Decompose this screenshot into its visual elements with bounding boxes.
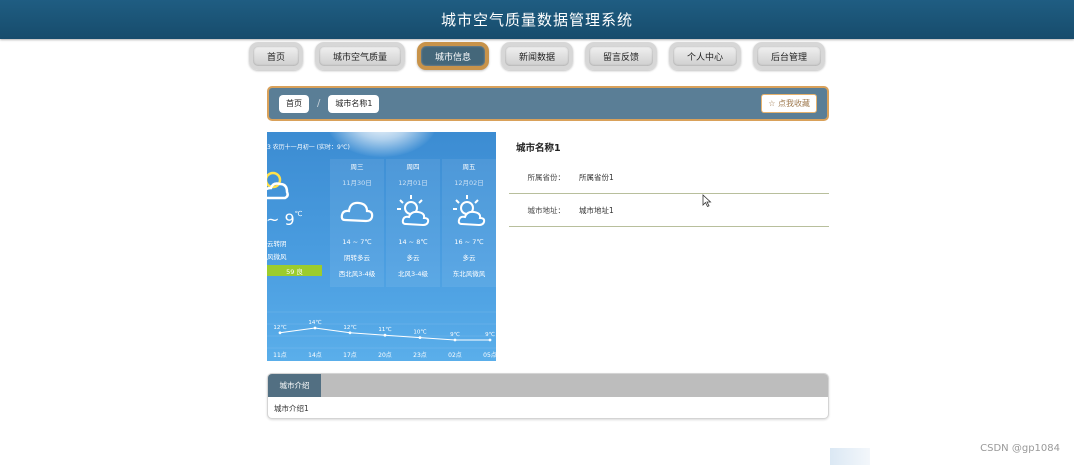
today-condition: 云转阴: [267, 240, 287, 248]
forecast-day: 周三 11月30日 14 ~ 7℃ 阴转多云 西北风3-4级: [330, 159, 384, 287]
corner-decoration: [830, 448, 870, 465]
breadcrumb-current: 城市名称1: [328, 94, 380, 113]
info-value: 所属省份1: [579, 172, 614, 182]
chart-time-label: 14点: [308, 351, 322, 359]
sun-cloud-icon: [397, 195, 430, 227]
info-label: 城市地址：: [527, 205, 566, 215]
chart-point-label: 11℃: [378, 326, 391, 333]
chart-point-label: 9℃: [450, 331, 460, 338]
info-row-address: 城市地址： 城市地址1: [509, 194, 829, 227]
chart-point: [453, 338, 457, 342]
chart-point-label: 14℃: [308, 319, 321, 326]
today-temperature: ~ 9℃: [267, 210, 303, 229]
chart-point: [278, 331, 282, 335]
nav-news[interactable]: 新闻数据: [500, 42, 573, 70]
nav-feedback[interactable]: 留言反馈: [585, 42, 658, 70]
nav-home[interactable]: 首页: [248, 42, 303, 70]
hourly-temperature-chart: 12℃ 11点 14℃ 14点 12℃ 17点 11℃ 20点 10℃ 23点 9℃ 02点 9℃ 05点: [267, 311, 496, 359]
forecast-day: 周五 12月02日 16 ~ 7℃ 多云 东北风微风: [442, 159, 496, 287]
nav-user-center[interactable]: 个人中心: [669, 42, 742, 70]
chart-time-label: 02点: [448, 351, 462, 359]
nav-admin[interactable]: 后台管理: [753, 42, 826, 70]
info-label: 所属省份：: [527, 172, 566, 182]
city-info-panel: 城市名称1 所属省份： 所属省份1 城市地址： 城市地址1: [509, 132, 829, 227]
forecast-day-date: 12月01日: [398, 179, 428, 187]
mouse-cursor-icon: [702, 194, 712, 208]
forecast-day-cond: 多云: [462, 254, 476, 262]
breadcrumb-home[interactable]: 首页: [279, 94, 309, 113]
forecast-day-temp: 14 ~ 8℃: [398, 238, 428, 246]
forecast-day-date: 11月30日: [342, 179, 372, 187]
forecast-day-date: 12月02日: [454, 179, 484, 187]
nav-city-info[interactable]: 城市信息: [416, 42, 489, 70]
main-nav: 首页 城市空气质量 城市信息 新闻数据 留言反馈 个人中心 后台管理: [0, 42, 1074, 70]
city-intro-panel: 城市介绍 城市介绍1: [267, 373, 829, 419]
city-intro-text: 城市介绍1: [274, 404, 309, 413]
forecast-day-wind: 北风3-4级: [397, 270, 429, 278]
info-row-province: 所属省份： 所属省份1: [509, 161, 829, 194]
chart-time-label: 20点: [378, 351, 392, 359]
aqi-badge: 59 良: [267, 265, 322, 276]
forecast-day-wind: 东北风微风: [452, 270, 486, 278]
today-sun-cloud-icon: [267, 171, 289, 200]
chart-point-label: 9℃: [485, 331, 495, 338]
nav-air-quality[interactable]: 城市空气质量: [314, 42, 405, 70]
chart-time-label: 05点: [483, 351, 496, 359]
info-value: 城市地址1: [579, 205, 614, 215]
breadcrumb-separator: /: [317, 98, 321, 109]
forecast-day-temp: 14 ~ 7℃: [342, 238, 372, 246]
forecast-day-cond: 多云: [406, 254, 420, 262]
forecast-day-name: 周五: [462, 163, 476, 171]
chart-time-label: 17点: [343, 351, 357, 359]
app-header: 城市空气质量数据管理系统: [0, 0, 1074, 39]
chart-point-label: 12℃: [273, 324, 286, 331]
sun-cloud-icon: [453, 195, 486, 227]
forecast-day: 周四 12月01日 14 ~ 8℃ 多云 北风3-4级: [386, 159, 440, 287]
forecast-day-cond: 阴转多云: [344, 254, 370, 262]
watermark: CSDN @gp1084: [980, 443, 1060, 454]
chart-point: [348, 331, 352, 335]
city-name-title: 城市名称1: [516, 143, 561, 154]
chart-time-label: 23点: [413, 351, 427, 359]
chart-point: [488, 338, 492, 342]
intro-tab-bar: 城市介绍: [268, 374, 828, 397]
forecast-day-name: 周四: [406, 163, 420, 171]
weather-header: 3 农历十一月初一 (实时：9℃): [267, 144, 350, 151]
forecast-day-temp: 16 ~ 7℃: [454, 238, 484, 246]
favorite-button[interactable]: ☆ 点我收藏: [761, 94, 817, 113]
chart-point-label: 12℃: [343, 324, 356, 331]
chart-time-label: 11点: [273, 351, 287, 359]
today-wind: 风微风: [267, 253, 287, 261]
chart-point: [383, 333, 387, 337]
weather-widget: 3 农历十一月初一 (实时：9℃) ~ 9℃ 云转阴 风微风 59 良 周三 1…: [267, 132, 496, 361]
chart-point: [418, 336, 422, 339]
chart-point-label: 10℃: [413, 329, 426, 336]
breadcrumb: 首页 / 城市名称1 ☆ 点我收藏: [267, 86, 829, 121]
forecast-day-wind: 西北风3-4级: [338, 270, 376, 278]
app-title: 城市空气质量数据管理系统: [440, 11, 633, 29]
tab-city-intro[interactable]: 城市介绍: [268, 374, 321, 397]
chart-point: [313, 326, 317, 330]
cloud-icon: [340, 201, 374, 223]
forecast-day-name: 周三: [350, 163, 364, 171]
